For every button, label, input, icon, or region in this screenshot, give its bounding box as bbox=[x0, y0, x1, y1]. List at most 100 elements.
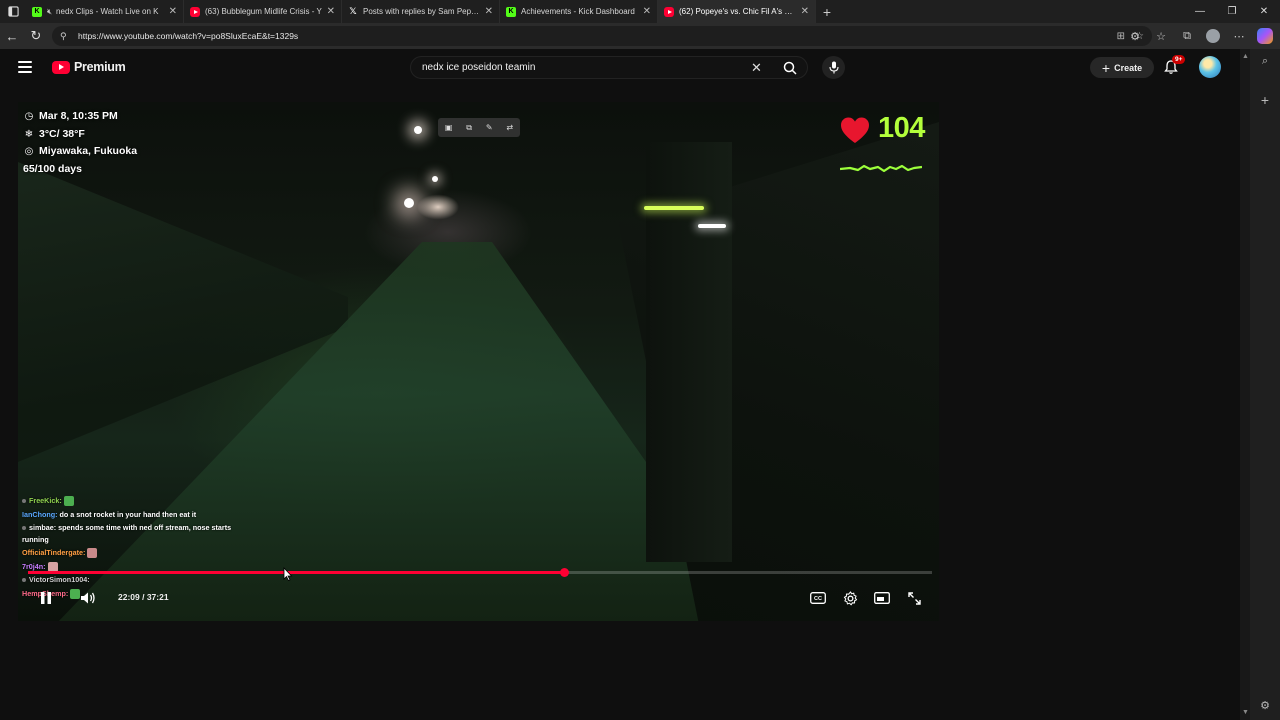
chat-emote-icon bbox=[63, 496, 74, 507]
chat-username: OfficialTindergate: bbox=[22, 548, 86, 557]
window-menu-icon[interactable] bbox=[0, 0, 26, 23]
tab-title: Posts with replies by Sam Pepper bbox=[363, 7, 481, 16]
capture-icon[interactable]: ⧉ bbox=[466, 123, 472, 133]
account-avatar[interactable] bbox=[1199, 56, 1221, 78]
days-row: 65/100 days bbox=[23, 161, 137, 179]
back-icon[interactable]: ← bbox=[0, 23, 24, 49]
volume-icon bbox=[81, 592, 95, 604]
tab-muted-icon[interactable]: 🔇︎ bbox=[47, 7, 52, 17]
window-controls: — ❐ ✕ bbox=[1184, 0, 1280, 23]
chat-username: IanChong: bbox=[22, 509, 58, 519]
more-menu-icon[interactable]: ⋯ bbox=[1228, 25, 1250, 47]
new-tab-button[interactable]: + bbox=[816, 0, 838, 23]
close-window-icon[interactable]: ✕ bbox=[1248, 0, 1280, 23]
restore-icon[interactable]: ❐ bbox=[1216, 0, 1248, 23]
search-button[interactable] bbox=[779, 59, 801, 77]
address-bar[interactable]: ⚲ https://www.youtube.com/watch?v=po8Slu… bbox=[52, 26, 1152, 46]
sidebar-settings-icon[interactable]: ⚙ bbox=[1260, 699, 1270, 712]
stream-info-overlay: ◷ Mar 8, 10:35 PM ❄ 3°C/ 38°F ◎ Miyawaka… bbox=[23, 108, 137, 178]
progress-bar[interactable] bbox=[28, 568, 932, 578]
theater-icon bbox=[874, 592, 890, 604]
subtitles-button[interactable]: CC bbox=[808, 588, 828, 608]
fullscreen-icon bbox=[907, 591, 921, 605]
minimize-icon[interactable]: — bbox=[1184, 0, 1216, 23]
progress-scrubber[interactable] bbox=[559, 568, 569, 577]
pause-icon bbox=[41, 592, 51, 604]
datetime-text: Mar 8, 10:35 PM bbox=[39, 110, 118, 122]
chat-message: simbae: spends some time with ned off st… bbox=[22, 522, 232, 545]
kick-favicon-icon: K bbox=[32, 6, 42, 17]
kick-favicon-icon: K bbox=[506, 6, 516, 17]
days-counter-text: 65/100 days bbox=[23, 162, 82, 175]
pip-icon[interactable]: ▣ bbox=[445, 123, 453, 132]
create-button[interactable]: + Create bbox=[1090, 57, 1154, 78]
sidebar-add-icon[interactable]: + bbox=[1261, 92, 1269, 108]
plus-icon: + bbox=[1101, 59, 1111, 76]
scroll-down-icon[interactable]: ▼ bbox=[1242, 709, 1249, 716]
page-scrollbar[interactable]: ▲ ▼ bbox=[1240, 49, 1250, 720]
translate-icon[interactable]: ⇄ bbox=[506, 123, 513, 132]
video-player[interactable]: ◷ Mar 8, 10:35 PM ❄ 3°C/ 38°F ◎ Miyawaka… bbox=[18, 102, 939, 621]
tab-close-icon[interactable]: ✕ bbox=[485, 6, 493, 17]
clock-icon: ◷ bbox=[24, 111, 34, 122]
tab-close-icon[interactable]: ✕ bbox=[169, 6, 177, 17]
fullscreen-button[interactable] bbox=[904, 588, 924, 608]
weather-text: 3°C/ 38°F bbox=[39, 127, 85, 140]
browser-tab-4[interactable]: (62) Popeye's vs. Chic Fil A's Spic ✕ bbox=[658, 0, 816, 23]
mouse-cursor-icon bbox=[283, 567, 293, 581]
chat-emote-icon bbox=[87, 548, 98, 559]
microphone-icon bbox=[828, 61, 839, 74]
browser-tab-0[interactable]: K 🔇︎ nedx Clips - Watch Live on K ✕ bbox=[26, 0, 184, 23]
youtube-masthead: Premium nedx ice poseidon teamin ✕ + Cre… bbox=[0, 49, 1240, 87]
guide-menu-icon[interactable] bbox=[18, 61, 32, 73]
chat-message: OfficialTindergate: bbox=[22, 546, 232, 560]
volume-button[interactable] bbox=[78, 588, 98, 608]
copilot-icon[interactable] bbox=[1254, 25, 1276, 47]
chat-username: simbae: bbox=[29, 523, 57, 532]
browser-tab-3[interactable]: K Achievements - Kick Dashboard ✕ bbox=[500, 0, 658, 23]
browser-tab-2[interactable]: 𝕏 Posts with replies by Sam Pepper ✕ bbox=[342, 0, 500, 23]
scroll-up-icon[interactable]: ▲ bbox=[1242, 53, 1249, 60]
profile-icon[interactable] bbox=[1202, 25, 1224, 47]
youtube-play-logo-icon bbox=[52, 60, 70, 74]
chat-message: IanChong: do a snot rocket in your hand … bbox=[22, 508, 232, 522]
browser-tab-1[interactable]: (63) Bubblegum Midlife Crisis - Y ✕ bbox=[184, 0, 342, 23]
youtube-favicon-icon bbox=[190, 6, 200, 17]
settings-button[interactable] bbox=[840, 588, 860, 608]
search-input[interactable]: nedx ice poseidon teamin ✕ bbox=[410, 56, 808, 79]
svg-text:CC: CC bbox=[814, 596, 822, 602]
extensions-icon[interactable]: ⚙ bbox=[1124, 25, 1146, 47]
browser-actions: ⚙ ☆ ⧉ ⋯ bbox=[1124, 23, 1280, 49]
theater-mode-button[interactable] bbox=[872, 588, 892, 608]
video-overlay-toolbar: ▣ ⧉ ✎ ⇄ bbox=[438, 118, 520, 137]
note-icon[interactable]: ✎ bbox=[486, 123, 493, 132]
sidebar-search-icon[interactable]: ⌕ bbox=[1262, 55, 1268, 68]
player-controls: 22:09 / 37:21 CC bbox=[18, 582, 939, 612]
tab-close-icon[interactable]: ✕ bbox=[801, 6, 809, 17]
heart-rate-widget: 104 bbox=[840, 110, 939, 180]
closed-captions-icon: CC bbox=[810, 592, 826, 604]
settings-gear-icon bbox=[843, 590, 857, 605]
time-display: 22:09 / 37:21 bbox=[118, 592, 169, 602]
tab-close-icon[interactable]: ✕ bbox=[643, 6, 651, 17]
voice-search-button[interactable] bbox=[822, 56, 845, 79]
tab-title: (63) Bubblegum Midlife Crisis - Y bbox=[205, 7, 322, 16]
collections-icon[interactable]: ⧉ bbox=[1176, 25, 1198, 47]
location-row: ◎ Miyawaka, Fukuoka bbox=[23, 143, 137, 161]
youtube-logo[interactable]: Premium bbox=[52, 60, 126, 74]
pause-button[interactable] bbox=[36, 588, 56, 608]
logo-text: Premium bbox=[74, 60, 126, 74]
tab-title: nedx Clips - Watch Live on K bbox=[56, 7, 159, 16]
favorites-icon[interactable]: ☆ bbox=[1150, 25, 1172, 47]
clear-search-icon[interactable]: ✕ bbox=[751, 60, 762, 76]
browser-sidebar: ⌕ + ⚙ bbox=[1250, 49, 1280, 720]
refresh-icon[interactable]: ↻ bbox=[24, 23, 48, 49]
tab-close-icon[interactable]: ✕ bbox=[327, 6, 335, 17]
chat-badge-icon bbox=[22, 499, 26, 504]
heart-rate-value: 104 bbox=[878, 112, 925, 144]
browser-toolbar: ← ↻ ⚲ https://www.youtube.com/watch?v=po… bbox=[0, 23, 1280, 49]
weather-row: ❄ 3°C/ 38°F bbox=[23, 126, 137, 144]
chat-text: do a snot rocket in your hand then eat i… bbox=[59, 509, 197, 519]
chat-message: FreeKick: bbox=[22, 494, 232, 508]
site-info-icon[interactable]: ⚲ bbox=[60, 31, 72, 42]
